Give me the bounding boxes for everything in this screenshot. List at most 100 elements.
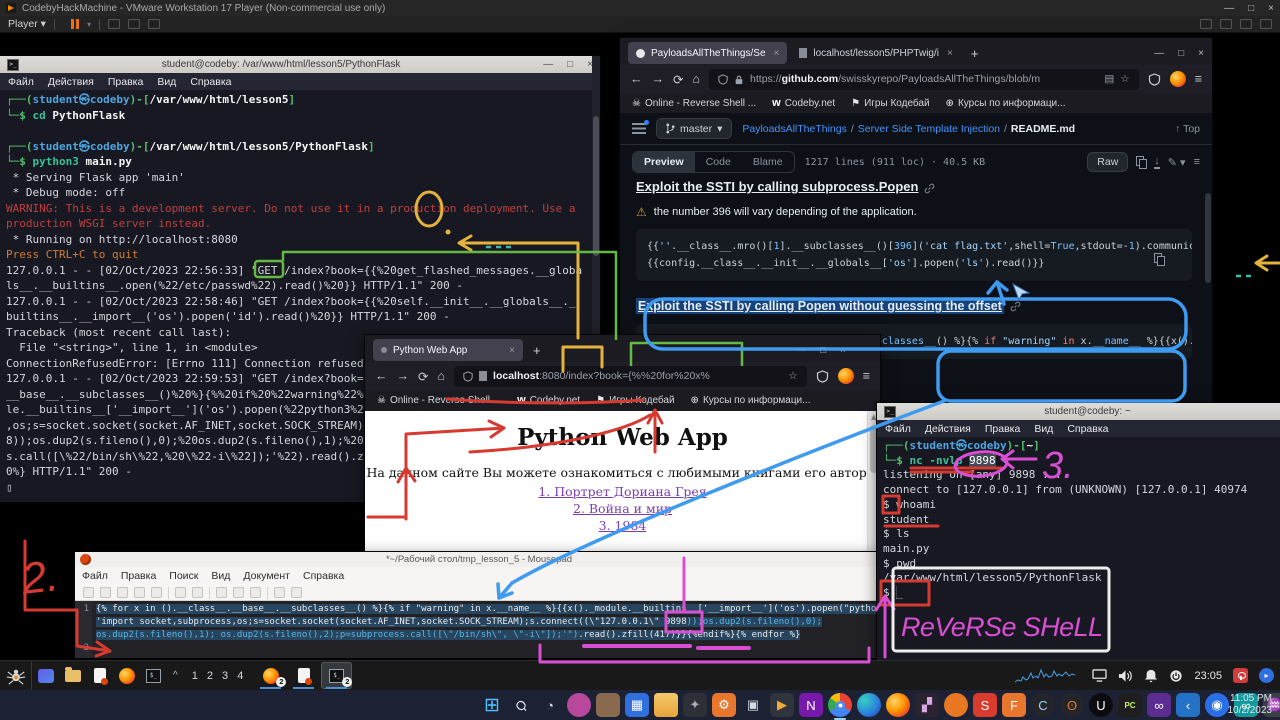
terminal-nc-titlebar[interactable]: >_ student@codeby: ~ — [877, 403, 1280, 420]
menu-item[interactable]: Вид — [211, 570, 230, 582]
maximize-button[interactable]: □ — [1178, 48, 1184, 59]
onenote-icon[interactable]: N — [799, 693, 823, 717]
pause-vm-button[interactable] — [71, 19, 79, 29]
close-button[interactable]: × — [1198, 48, 1204, 59]
paste-icon[interactable] — [250, 587, 261, 598]
tab-python-web-app[interactable]: Python Web App × — [373, 339, 523, 361]
vmware-icon[interactable]: ▶ — [770, 693, 794, 717]
workspace-pager[interactable]: 1 2 3 4 — [184, 670, 255, 682]
usb-icon[interactable] — [1240, 19, 1252, 29]
pause-dropdown-icon[interactable]: ▾ — [87, 20, 91, 29]
bookmark-item[interactable]: ⚑ Игры Кодебай — [851, 98, 929, 109]
minimize-button[interactable]: — — [543, 59, 553, 70]
menu-item[interactable]: Документ — [243, 570, 290, 582]
bookmark-item[interactable]: ⊕ Курсы по информаци... — [691, 395, 811, 406]
network-icon[interactable] — [1200, 19, 1212, 29]
sublime-icon[interactable]: S — [973, 693, 997, 717]
home-icon[interactable]: ⌂ — [437, 369, 445, 383]
taskbar-window-terminal[interactable]: $_2 — [321, 662, 352, 689]
keyboard-lock-icon[interactable] — [1233, 668, 1248, 683]
menu-item[interactable]: Файл — [8, 76, 34, 88]
maximize-button[interactable]: □ — [567, 59, 573, 70]
reload-icon[interactable]: ⟳ — [418, 369, 428, 384]
color-wheel-icon[interactable] — [567, 693, 591, 717]
book-link-2[interactable]: 2. Война и мир — [365, 500, 880, 517]
copy-icon[interactable] — [233, 587, 244, 598]
new-file-icon[interactable] — [83, 587, 94, 598]
fl-studio-icon[interactable]: F — [1002, 693, 1026, 717]
heading-popen-no-offset[interactable]: Exploit the SSTI by calling Popen withou… — [636, 298, 1004, 314]
dark-app-icon[interactable]: ✦ — [683, 693, 707, 717]
bookmark-item[interactable]: ☠ Online - Reverse Shell ... — [632, 98, 756, 109]
protections-shield-icon[interactable] — [1148, 73, 1161, 86]
home-icon[interactable]: ⌂ — [692, 72, 700, 86]
disk-icon[interactable] — [1220, 19, 1232, 29]
new-tab-button[interactable]: + — [965, 46, 985, 61]
carrot-icon[interactable] — [944, 693, 968, 717]
menu-item[interactable]: Поиск — [169, 570, 198, 582]
bookmark-item[interactable]: ⊕ Курсы по информаци... — [946, 98, 1066, 109]
url-bar[interactable]: localhost:8080/index?book={%%20for%20x% … — [454, 366, 807, 387]
redo-icon[interactable] — [192, 587, 203, 598]
visual-studio-icon[interactable]: ∞ — [1147, 693, 1171, 717]
video-editor-icon[interactable]: ▞ — [915, 693, 939, 717]
bookmark-item[interactable]: ⚑ Игры Кодебай — [596, 395, 674, 406]
breadcrumb-repo[interactable]: PayloadsAllTheThings — [742, 123, 846, 135]
branch-selector[interactable]: master ▾ — [656, 118, 732, 139]
mousepad-titlebar[interactable]: *~/Рабочий стол/tmp_lesson_5 - Mousepad — [75, 552, 883, 567]
forward-icon[interactable]: → — [397, 369, 410, 383]
menu-item[interactable]: Правка — [985, 423, 1020, 435]
outline-icon[interactable]: ≡ — [1194, 156, 1200, 168]
breadcrumb-folder[interactable]: Server Side Template Injection — [858, 123, 1000, 135]
bookmark-star-icon[interactable]: ☆ — [788, 370, 797, 382]
save-icon[interactable] — [117, 587, 128, 598]
taskbar-window-mousepad[interactable] — [288, 662, 319, 689]
close-tab-icon[interactable]: × — [947, 48, 953, 59]
player-menu[interactable]: Player ▾ — [8, 18, 46, 30]
file-tree-icon[interactable] — [632, 123, 646, 134]
tab-payloadsallthethings[interactable]: PayloadsAllTheThings/Se × — [628, 42, 787, 64]
firefox-icon[interactable] — [886, 693, 910, 717]
cut-icon[interactable] — [216, 587, 227, 598]
menu-item[interactable]: Действия — [48, 76, 94, 88]
settings-orange-icon[interactable]: ⚙ — [712, 693, 736, 717]
calendar-icon[interactable]: ▦ — [625, 693, 649, 717]
reader-view-icon[interactable]: ▤ — [1104, 73, 1114, 85]
url-bar[interactable]: https://github.com/swisskyrepo/PayloadsA… — [709, 69, 1139, 90]
open-file-icon[interactable] — [100, 587, 111, 598]
app-menu-spider-icon[interactable] — [0, 661, 32, 691]
folder-launcher-icon[interactable] — [59, 663, 86, 689]
menu-item[interactable]: Правка — [121, 570, 156, 582]
link-icon[interactable] — [924, 183, 935, 194]
blender-icon[interactable]: ʘ — [1060, 693, 1084, 717]
link-icon[interactable] — [1010, 301, 1021, 312]
vmware-maximize-button[interactable]: □ — [1248, 3, 1254, 14]
bookmark-star-icon[interactable]: ☆ — [1120, 73, 1129, 85]
heading-subprocess-popen[interactable]: Exploit the SSTI by calling subprocess.P… — [636, 179, 918, 194]
start-icon[interactable]: ⊞ — [480, 693, 504, 717]
edit-pencil-icon[interactable]: ✎ ▾ — [1168, 156, 1186, 169]
tab-localhost-phptwig[interactable]: localhost/lesson5/PHPTwig/i × — [791, 42, 960, 64]
gauge-icon[interactable]: ◔ — [538, 693, 562, 717]
copy-code-icon[interactable] — [1154, 253, 1164, 265]
files-launcher-icon[interactable] — [32, 663, 59, 689]
taskbar-window-firefox[interactable]: 2 — [255, 662, 286, 689]
menu-item[interactable]: Справка — [303, 570, 344, 582]
menu-item[interactable]: Справка — [1067, 423, 1108, 435]
edge-icon[interactable] — [857, 693, 881, 717]
3d-viewer-icon[interactable]: ▣ — [741, 693, 765, 717]
folder-icon[interactable] — [654, 693, 678, 717]
menu-item[interactable]: Файл — [885, 423, 911, 435]
menu-item[interactable]: Вид — [157, 76, 176, 88]
menu-item[interactable]: Справка — [190, 76, 231, 88]
editor-text[interactable]: {% for x in ().__class__.__base__.__subc… — [92, 601, 883, 658]
volume-icon[interactable] — [1118, 669, 1133, 683]
vmware-minimize-button[interactable]: — — [1224, 3, 1234, 14]
firefox-account-icon[interactable] — [838, 368, 854, 384]
save-as-icon[interactable] — [134, 587, 145, 598]
vscode-icon[interactable]: ‹ — [1176, 693, 1200, 717]
chrome-icon[interactable] — [828, 693, 852, 717]
menu-item[interactable]: Вид — [1034, 423, 1053, 435]
firefox-launcher-icon[interactable] — [113, 663, 140, 689]
search-icon[interactable]: Ϙ — [509, 693, 533, 717]
